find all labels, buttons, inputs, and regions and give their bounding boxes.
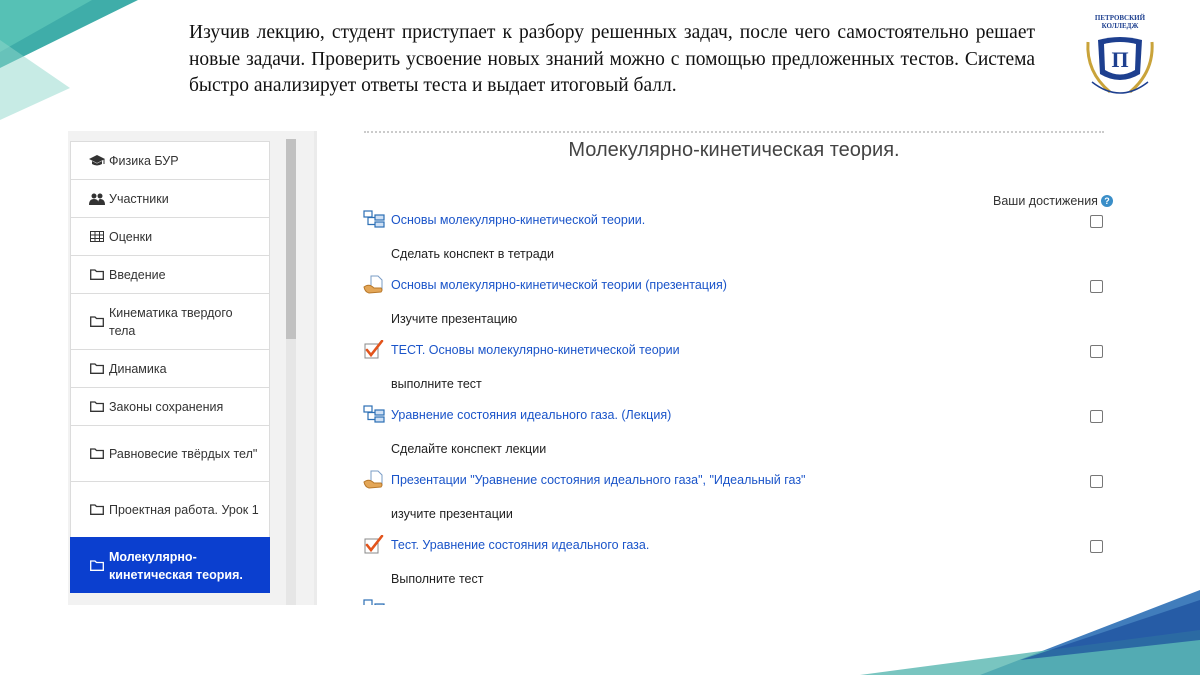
sidebar-scrollbar[interactable] (286, 139, 296, 605)
activity-link[interactable]: Основы молекулярно-кинетической теории (… (391, 278, 727, 292)
folder-icon (89, 267, 105, 283)
completion-checkbox[interactable] (1090, 215, 1103, 228)
users-icon (89, 191, 105, 207)
completion-checkbox[interactable] (1090, 475, 1103, 488)
folder-icon (89, 502, 105, 518)
sidebar-item-label: Равновесие твёрдых тел" (109, 446, 258, 461)
sidebar-item[interactable]: Молекулярно-кинетическая теория. (70, 537, 270, 593)
graduation-cap-icon (89, 153, 105, 169)
completion-checkbox[interactable] (1090, 280, 1103, 293)
sidebar-item[interactable]: Динамика (70, 349, 270, 387)
cropped-text-fragment (364, 131, 1104, 135)
sidebar-item[interactable]: Законы сохранения (70, 387, 270, 425)
svg-text:П: П (1111, 47, 1128, 72)
scrollbar-thumb[interactable] (286, 139, 296, 339)
sidebar-item-label: Динамика (109, 361, 167, 376)
sidebar-item[interactable]: Кинематика твердого тела (70, 293, 270, 349)
folder-icon (89, 361, 105, 377)
college-logo: ПЕТРОВСКИЙ КОЛЛЕДЖ П (1086, 14, 1154, 94)
folder-icon (89, 399, 105, 415)
book-icon (363, 405, 385, 425)
completion-checkbox[interactable] (1090, 540, 1103, 553)
sidebar-item[interactable]: Участники (70, 179, 270, 217)
sidebar-item-label: Законы сохранения (109, 399, 224, 414)
sidebar-item-label: Молекулярно-кинетическая теория. (109, 549, 243, 582)
activity-description: Сделайте конспект лекции (391, 442, 547, 456)
svg-text:КОЛЛЕДЖ: КОЛЛЕДЖ (1102, 22, 1139, 30)
sidebar-item[interactable]: Проектная работа. Урок 1 (70, 481, 270, 537)
sidebar-item-label: Проектная работа. Урок 1 (109, 502, 259, 517)
folder-icon (89, 314, 105, 330)
activity-description: изучите презентации (391, 507, 513, 521)
section-title: Молекулярно-кинетическая теория. (568, 139, 900, 161)
slide-paragraph: Изучив лекцию, студент приступает к разб… (189, 22, 1035, 96)
sidebar-item[interactable]: Введение (70, 255, 270, 293)
folder-icon (89, 446, 105, 462)
activity-link[interactable]: Презентации "Уравнение состояния идеальн… (391, 473, 806, 487)
activity-link[interactable]: Основы молекулярно-кинетической теории. (391, 213, 645, 227)
book-icon (363, 599, 385, 605)
sidebar-item-label: Введение (109, 267, 166, 282)
folder-icon (89, 558, 105, 574)
sidebar-item[interactable]: Равновесие твёрдых тел" (70, 425, 270, 481)
sidebar-item-label: Оценки (109, 229, 153, 244)
achievements-header: Ваши достижения ? (993, 194, 1113, 208)
sidebar-item[interactable]: Оценки (70, 217, 270, 255)
sidebar-item-label: Участники (109, 191, 169, 206)
quiz-icon (363, 339, 385, 360)
sidebar-item-label: Кинематика твердого тела (109, 305, 233, 338)
table-icon (89, 229, 105, 245)
file-icon (363, 470, 385, 490)
moodle-screenshot: Физика БУР Участники Оценки Введение Кинемат… (68, 131, 1134, 605)
completion-checkbox[interactable] (1090, 410, 1103, 423)
course-navigation: Физика БУР Участники Оценки Введение Кинемат… (70, 141, 270, 593)
svg-text:ПЕТРОВСКИЙ: ПЕТРОВСКИЙ (1095, 14, 1146, 22)
activity-description: Выполните тест (391, 572, 484, 586)
activity-description: Изучите презентацию (391, 312, 518, 326)
sidebar-item[interactable]: Физика БУР (70, 141, 270, 179)
main-divider (314, 131, 317, 605)
course-main: Молекулярно-кинетическая теория. Ваши до… (314, 131, 1134, 605)
activity-link[interactable]: Тест. Уравнение состояния идеального газ… (391, 538, 649, 552)
file-icon (363, 275, 385, 295)
completion-checkbox[interactable] (1090, 345, 1103, 358)
activity-description: выполните тест (391, 377, 482, 391)
achievements-label: Ваши достижения (993, 194, 1098, 208)
sidebar-item-label: Физика БУР (109, 153, 179, 168)
activity-description: Сделать конспект в тетради (391, 247, 554, 261)
book-icon (363, 210, 385, 230)
activity-link[interactable]: Уравнение состояния идеального газа. (Ле… (391, 408, 671, 422)
help-icon[interactable]: ? (1100, 195, 1113, 207)
quiz-icon (363, 534, 385, 555)
activity-link[interactable]: ТЕСТ. Основы молекулярно-кинетической те… (391, 343, 680, 357)
